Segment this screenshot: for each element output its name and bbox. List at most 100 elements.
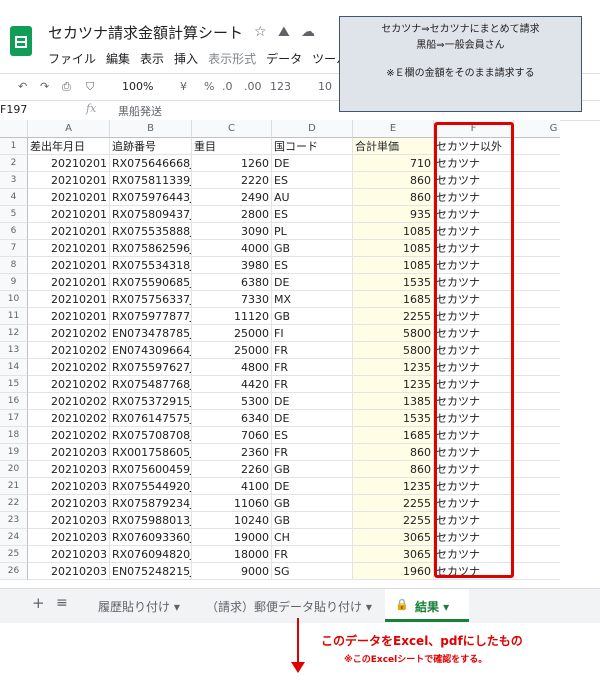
cell[interactable]: 20210201	[28, 206, 110, 223]
cell[interactable]	[514, 529, 560, 546]
cell[interactable]: RX076147575JP	[110, 410, 192, 427]
cell[interactable]: 860	[353, 189, 434, 206]
cell[interactable]: 20210203	[28, 563, 110, 580]
menu-insert[interactable]: 挿入	[174, 52, 198, 66]
cell[interactable]: 1535	[353, 274, 434, 291]
cell[interactable]: 860	[353, 172, 434, 189]
cell[interactable]: RX075600459JP	[110, 461, 192, 478]
column-header[interactable]: D	[272, 120, 353, 138]
cell[interactable]: 4100	[192, 478, 272, 495]
cell[interactable]: 1685	[353, 427, 434, 444]
cell[interactable]: 25000	[192, 325, 272, 342]
cell[interactable]: 2220	[192, 172, 272, 189]
cell[interactable]: 20210203	[28, 478, 110, 495]
row-header[interactable]: 23	[0, 512, 28, 529]
row-header[interactable]: 4	[0, 189, 28, 206]
cell[interactable]: 20210203	[28, 461, 110, 478]
cell[interactable]: 11120	[192, 308, 272, 325]
menu-format[interactable]: 表示形式	[208, 52, 256, 66]
cell[interactable]	[514, 206, 560, 223]
more-formats-button[interactable]: 123	[270, 80, 291, 93]
cell[interactable]: RX075811339JP	[110, 172, 192, 189]
cell[interactable]: RX075976443JP	[110, 189, 192, 206]
cell[interactable]: RX075977877JP	[110, 308, 192, 325]
cell[interactable]	[514, 291, 560, 308]
cell[interactable]: 20210201	[28, 240, 110, 257]
cell[interactable]: 1085	[353, 240, 434, 257]
cell[interactable]: 20210201	[28, 223, 110, 240]
cell[interactable]: 6380	[192, 274, 272, 291]
row-header[interactable]: 10	[0, 291, 28, 308]
cell[interactable]: RX075534318JP	[110, 257, 192, 274]
cell[interactable]: RX075646668JP	[110, 155, 192, 172]
cell[interactable]	[514, 223, 560, 240]
cell[interactable]: 20210203	[28, 546, 110, 563]
cell[interactable]: EN074309664JP	[110, 342, 192, 359]
row-header[interactable]: 16	[0, 393, 28, 410]
cell[interactable]	[514, 393, 560, 410]
cell[interactable]: 20210202	[28, 342, 110, 359]
row-header[interactable]: 17	[0, 410, 28, 427]
currency-button[interactable]: ¥	[180, 80, 187, 93]
cell[interactable]: 1385	[353, 393, 434, 410]
row-header[interactable]: 18	[0, 427, 28, 444]
cell[interactable]: GB	[272, 495, 353, 512]
cell[interactable]: 2255	[353, 495, 434, 512]
cell[interactable]: 1235	[353, 478, 434, 495]
column-header[interactable]: C	[192, 120, 272, 138]
row-header[interactable]: 11	[0, 308, 28, 325]
cell[interactable]: 5800	[353, 342, 434, 359]
redo-icon[interactable]: ↷	[40, 80, 49, 93]
menu-file[interactable]: ファイル	[48, 52, 96, 66]
cell[interactable]: 710	[353, 155, 434, 172]
row-header[interactable]: 9	[0, 274, 28, 291]
cell[interactable]: RX075756337JP	[110, 291, 192, 308]
cell[interactable]	[514, 478, 560, 495]
cell[interactable]: RX076093360JP	[110, 529, 192, 546]
cell[interactable]: 20210202	[28, 325, 110, 342]
row-header[interactable]: 1	[0, 138, 28, 155]
cell[interactable]: ES	[272, 172, 353, 189]
increase-decimal-button[interactable]: .00	[244, 80, 262, 93]
cell[interactable]: DE	[272, 393, 353, 410]
cell[interactable]: DE	[272, 410, 353, 427]
cell[interactable]: RX075708708JP	[110, 427, 192, 444]
cell[interactable]: 20210203	[28, 495, 110, 512]
cell[interactable]: 4420	[192, 376, 272, 393]
row-header[interactable]: 13	[0, 342, 28, 359]
cell[interactable]: 2255	[353, 512, 434, 529]
cell[interactable]: FR	[272, 342, 353, 359]
zoom-select[interactable]: 100%	[122, 80, 153, 93]
menu-edit[interactable]: 編集	[106, 52, 130, 66]
cell[interactable]	[514, 257, 560, 274]
cell[interactable]: 2490	[192, 189, 272, 206]
column-header[interactable]: A	[28, 120, 110, 138]
cell[interactable]: RX075862596JP	[110, 240, 192, 257]
cell[interactable]: 20210202	[28, 376, 110, 393]
row-header[interactable]: 21	[0, 478, 28, 495]
cell[interactable]: CH	[272, 529, 353, 546]
tab-result[interactable]: 🔒 結果 ▾	[385, 589, 469, 622]
cell[interactable]: 2255	[353, 308, 434, 325]
row-header[interactable]: 7	[0, 240, 28, 257]
cell[interactable]	[514, 359, 560, 376]
cell[interactable]: 4800	[192, 359, 272, 376]
cell[interactable]: 860	[353, 461, 434, 478]
cell[interactable]: 20210203	[28, 529, 110, 546]
cell[interactable]: 差出年月日	[28, 138, 110, 155]
cell[interactable]: 3980	[192, 257, 272, 274]
menu-view[interactable]: 表示	[140, 52, 164, 66]
star-icon[interactable]: ☆	[254, 24, 267, 40]
cell[interactable]: ES	[272, 206, 353, 223]
cell[interactable]: EN073478785JP	[110, 325, 192, 342]
cell[interactable]: 合計単価	[353, 138, 434, 155]
cell[interactable]	[514, 274, 560, 291]
cell[interactable]: 5800	[353, 325, 434, 342]
cell[interactable]: 5300	[192, 393, 272, 410]
paint-format-icon[interactable]: ⛉	[86, 80, 94, 94]
cell[interactable]: 1235	[353, 376, 434, 393]
row-header[interactable]: 14	[0, 359, 28, 376]
row-header[interactable]: 5	[0, 206, 28, 223]
cell[interactable]: 20210202	[28, 427, 110, 444]
cell[interactable]: AU	[272, 189, 353, 206]
